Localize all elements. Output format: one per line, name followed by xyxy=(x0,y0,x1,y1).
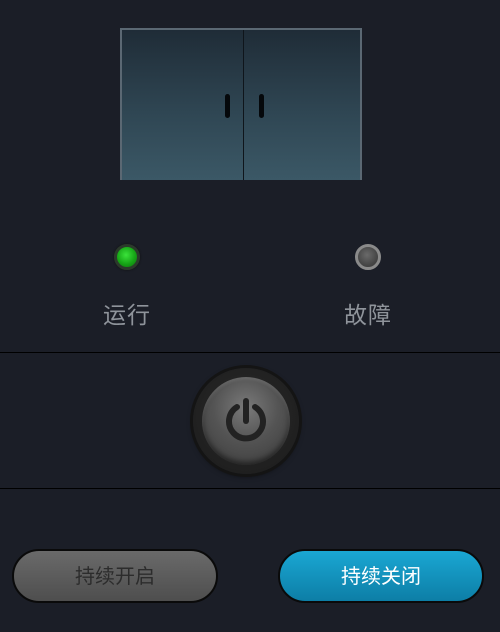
power-button[interactable] xyxy=(193,368,299,474)
fault-status-lamp xyxy=(355,244,381,270)
cabinet-icon xyxy=(120,28,362,180)
run-status-lamp xyxy=(114,244,140,270)
power-button-face xyxy=(202,377,290,465)
device-control-panel: 运行 故障 持续开启 持续关闭 xyxy=(0,0,500,632)
cabinet-right-handle xyxy=(259,94,264,118)
fault-indicator: 故障 xyxy=(328,244,408,330)
keep-close-button[interactable]: 持续关闭 xyxy=(278,549,484,603)
section-divider-bottom xyxy=(0,488,500,489)
power-icon xyxy=(226,398,266,442)
run-indicator-label: 运行 xyxy=(103,303,151,329)
keep-open-button[interactable]: 持续开启 xyxy=(12,549,218,603)
cabinet-left-handle xyxy=(225,94,230,118)
fault-indicator-label: 故障 xyxy=(344,303,392,329)
cabinet-door-divider xyxy=(243,30,244,180)
run-indicator: 运行 xyxy=(87,244,167,330)
section-divider-top xyxy=(0,352,500,353)
